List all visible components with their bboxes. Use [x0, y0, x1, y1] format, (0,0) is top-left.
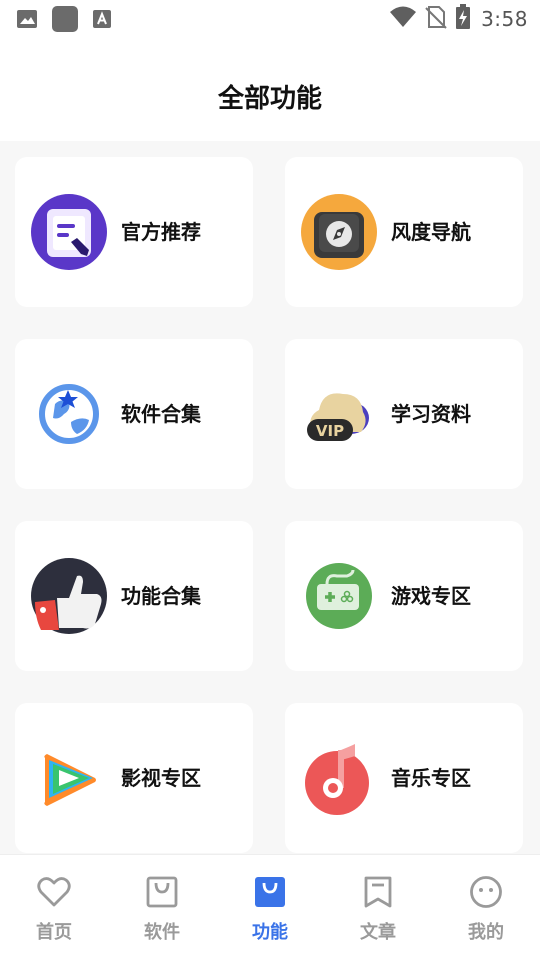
app-square-icon — [52, 6, 78, 36]
app-root: 3:58 全部功能 官方推荐 风度导航 软件合集 VIP 学习资料 功能合集 游… — [0, 0, 540, 960]
wifi-icon — [389, 5, 417, 33]
music-note-icon — [301, 740, 377, 816]
battery-charging-icon — [455, 4, 471, 34]
feature-label: 学习资料 — [391, 402, 471, 426]
status-left-icons — [16, 6, 112, 36]
nav-item-mine[interactable]: 我的 — [432, 855, 540, 955]
feature-label: 游戏专区 — [391, 584, 471, 608]
bottom-nav: 首页 软件 功能 文章 我的 — [0, 854, 540, 960]
vip-cloud-icon: VIP — [301, 376, 377, 452]
feature-grid: 官方推荐 风度导航 软件合集 VIP 学习资料 功能合集 游戏专区 影视专区 音… — [0, 141, 540, 854]
feature-label: 音乐专区 — [391, 766, 471, 790]
shopping-bag-icon — [145, 875, 179, 909]
feature-card-video-zone[interactable]: 影视专区 — [15, 703, 253, 853]
top-bar: 3:58 全部功能 — [0, 0, 540, 141]
nav-item-articles[interactable]: 文章 — [324, 855, 432, 955]
page-title: 全部功能 — [217, 84, 322, 114]
status-right-icons: 3:58 — [389, 4, 528, 34]
nav-label: 首页 — [36, 922, 72, 943]
svg-text:VIP: VIP — [316, 422, 344, 440]
shopping-bag-icon — [253, 875, 287, 909]
feature-label: 软件合集 — [121, 402, 201, 426]
bookmark-icon — [361, 875, 395, 909]
status-bar: 3:58 — [0, 0, 540, 36]
feature-label: 影视专区 — [121, 766, 201, 790]
feature-card-game-zone[interactable]: 游戏专区 — [285, 521, 523, 671]
nav-item-home[interactable]: 首页 — [0, 855, 108, 955]
globe-star-icon — [31, 376, 107, 452]
gallery-icon — [16, 8, 38, 34]
compass-navigation-icon — [301, 194, 377, 270]
nav-label: 软件 — [144, 922, 180, 943]
feature-card-study-materials[interactable]: VIP 学习资料 — [285, 339, 523, 489]
feature-card-official-recommend[interactable]: 官方推荐 — [15, 157, 253, 307]
nav-label: 功能 — [252, 922, 288, 943]
heart-icon — [37, 875, 71, 909]
font-a-icon — [92, 9, 112, 33]
feature-label: 官方推荐 — [121, 220, 201, 244]
feature-card-compass-navigation[interactable]: 风度导航 — [285, 157, 523, 307]
feature-card-software-collection[interactable]: 软件合集 — [15, 339, 253, 489]
feature-card-music-zone[interactable]: 音乐专区 — [285, 703, 523, 853]
feature-label: 风度导航 — [391, 220, 471, 244]
nav-item-software[interactable]: 软件 — [108, 855, 216, 955]
nav-label: 我的 — [468, 922, 504, 943]
status-time: 3:58 — [481, 7, 528, 31]
game-controller-icon — [301, 558, 377, 634]
nav-label: 文章 — [360, 922, 396, 943]
feature-card-function-collection[interactable]: 功能合集 — [15, 521, 253, 671]
video-play-icon — [31, 740, 107, 816]
nav-item-functions[interactable]: 功能 — [216, 855, 324, 955]
no-sim-icon — [425, 5, 447, 33]
smiley-face-icon — [469, 875, 503, 909]
thumbs-up-icon — [31, 558, 107, 634]
official-recommend-icon — [31, 194, 107, 270]
feature-label: 功能合集 — [121, 584, 201, 608]
